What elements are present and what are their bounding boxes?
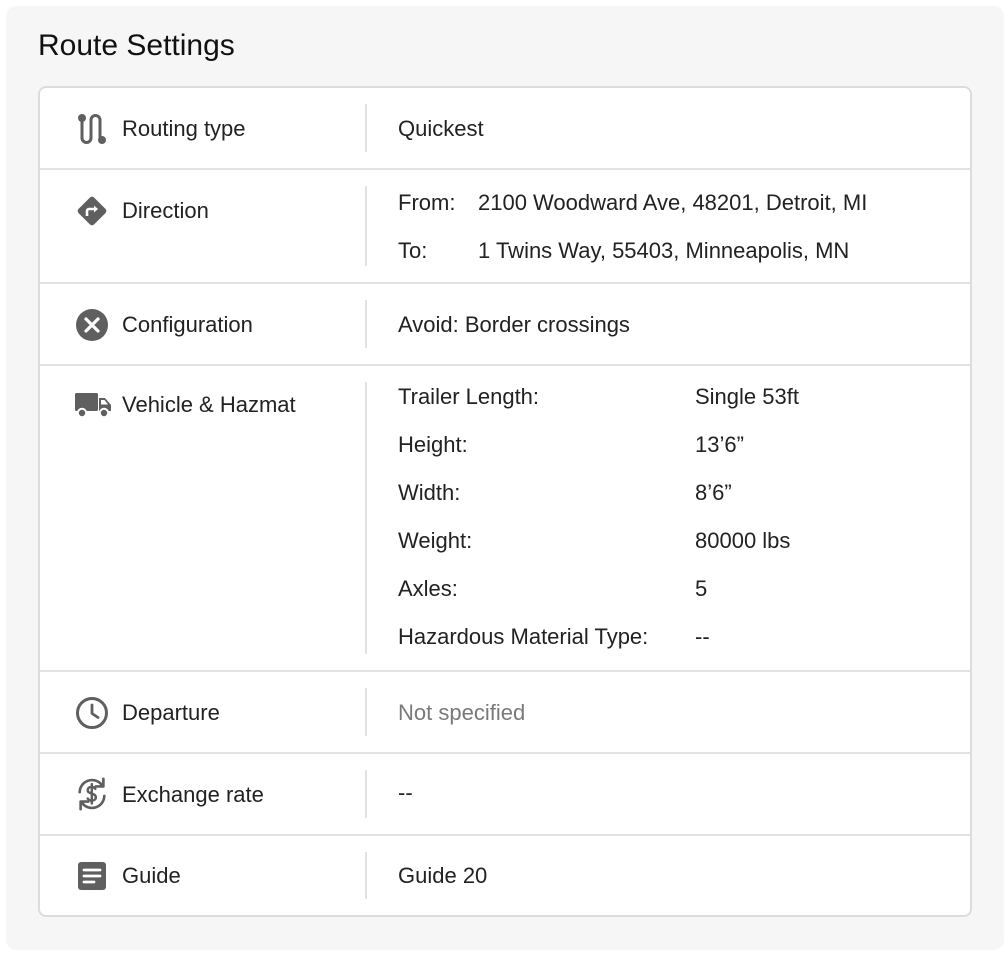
- panel-title: Route Settings: [38, 29, 235, 62]
- to-address: 1 Twins Way, 55403, Minneapolis, MN: [478, 238, 850, 263]
- configuration-label: Configuration: [122, 312, 253, 337]
- row-divider: [365, 852, 367, 899]
- hazmat-type-value: --: [695, 624, 710, 649]
- vehicle-hazmat-row: Vehicle & Hazmat Trailer Length: Single …: [40, 366, 970, 672]
- departure-label: Departure: [122, 700, 220, 725]
- from-address: 2100 Woodward Ave, 48201, Detroit, MI: [478, 190, 868, 215]
- route-settings-card: Routing type Quickest Direction From: 21…: [38, 86, 972, 917]
- row-divider: [365, 300, 367, 348]
- configuration-value: Avoid: Border crossings: [398, 312, 630, 337]
- direction-label: Direction: [122, 198, 209, 223]
- document-icon: [74, 858, 110, 894]
- close-circle-icon: [74, 307, 110, 343]
- exchange-rate-row: Exchange rate --: [40, 754, 970, 836]
- guide-label: Guide: [122, 863, 181, 888]
- axles-value: 5: [695, 576, 708, 601]
- height-value: 13’6”: [695, 432, 744, 457]
- configuration-row: Configuration Avoid: Border crossings: [40, 284, 970, 366]
- vehicle-specs-list: Trailer Length: Single 53ft Height: 13’6…: [398, 366, 950, 670]
- weight-value: 80000 lbs: [695, 528, 791, 553]
- row-divider: [365, 688, 367, 736]
- guide-value: Guide 20: [398, 863, 488, 888]
- direction-icon: [74, 193, 110, 229]
- to-label: To:: [398, 238, 428, 263]
- clock-icon: [74, 695, 110, 731]
- height-label: Height:: [398, 432, 468, 457]
- route-settings-panel: Route Settings Routing type Quickest Dir…: [6, 6, 1004, 950]
- vehicle-hazmat-label: Vehicle & Hazmat: [122, 392, 296, 417]
- width-label: Width:: [398, 480, 461, 505]
- exchange-rate-label: Exchange rate: [122, 782, 264, 807]
- weight-label: Weight:: [398, 528, 473, 553]
- routing-type-row: Routing type Quickest: [40, 88, 970, 170]
- exchange-rate-value: --: [398, 780, 413, 805]
- row-divider: [365, 104, 367, 152]
- guide-row: Guide Guide 20: [40, 836, 970, 915]
- row-divider: [365, 770, 367, 818]
- width-value: 8’6”: [695, 480, 732, 505]
- truck-icon: [74, 387, 112, 423]
- row-divider: [365, 186, 367, 266]
- departure-value: Not specified: [398, 700, 526, 725]
- from-label: From:: [398, 190, 456, 215]
- routing-type-value: Quickest: [398, 116, 484, 141]
- trailer-length-value: Single 53ft: [695, 384, 799, 409]
- currency-exchange-icon: [74, 776, 110, 812]
- route-icon: [74, 111, 110, 147]
- axles-label: Axles:: [398, 576, 458, 601]
- hazmat-type-label: Hazardous Material Type:: [398, 624, 649, 649]
- direction-row: Direction From: 2100 Woodward Ave, 48201…: [40, 170, 970, 284]
- departure-row: Departure Not specified: [40, 672, 970, 754]
- row-divider: [365, 382, 367, 654]
- routing-type-label: Routing type: [122, 116, 246, 141]
- trailer-length-label: Trailer Length:: [398, 384, 540, 409]
